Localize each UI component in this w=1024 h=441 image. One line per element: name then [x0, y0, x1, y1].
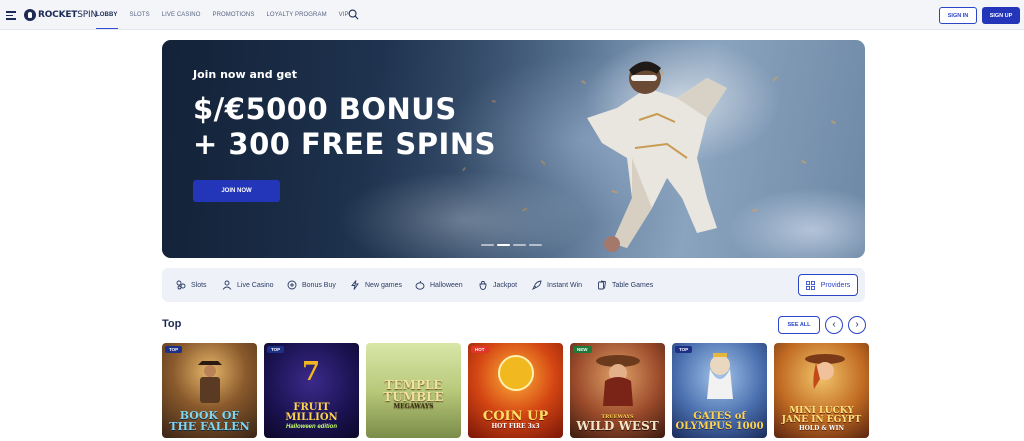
game-title-text: COIN UP	[482, 409, 549, 424]
game-card-book-of-the-fallen[interactable]: TOP BOOK OF THE FALLEN	[162, 343, 257, 438]
category-label: Live Casino	[237, 281, 274, 289]
category-table-games[interactable]: Table Games	[597, 279, 653, 291]
game-card-wild-west[interactable]: NEW TRUEWAYS WILD WEST	[570, 343, 665, 438]
game-badge: TOP	[165, 346, 183, 353]
category-live-casino[interactable]: Live Casino	[222, 279, 274, 291]
game-title-text: TEMPLE TUMBLE	[383, 378, 444, 404]
game-title: BOOK OF THE FALLEN	[169, 409, 250, 433]
game-badge: HOT	[471, 346, 489, 353]
nav-loyalty-program[interactable]: LOYALTY PROGRAM	[266, 0, 326, 30]
game-card-lucky-jane[interactable]: MINI LUCKY JANE IN EGYPT HOLD & WIN	[774, 343, 869, 438]
pumpkin-icon	[415, 280, 425, 290]
providers-label: Providers	[820, 281, 851, 289]
logo[interactable]: ROCKETSPIN	[24, 8, 97, 22]
see-all-button[interactable]: SEE ALL	[778, 316, 820, 334]
game-title-text: MINI LUCKY JANE IN EGYPT	[781, 406, 862, 425]
hero-pre-title: Join now and get	[193, 68, 298, 81]
game-title: TRUEWAYS WILD WEST	[570, 414, 665, 433]
category-label: Halloween	[430, 281, 463, 289]
bonus-buy-icon	[287, 280, 297, 290]
nav-live-casino[interactable]: LIVE CASINO	[162, 0, 201, 30]
game-title: COIN UP HOT FIRE 3x3	[468, 410, 563, 430]
game-art	[707, 353, 733, 399]
game-title: MINI LUCKY JANE IN EGYPT HOLD & WIN	[774, 407, 869, 432]
game-subtitle: HOLD & WIN	[799, 425, 844, 432]
category-instant-win[interactable]: Instant Win	[532, 279, 582, 291]
game-badge: NEW	[573, 346, 592, 353]
category-bonus-buy[interactable]: Bonus Buy	[287, 279, 336, 291]
main-nav: LOBBY SLOTS LIVE CASINO PROMOTIONS LOYAL…	[96, 0, 361, 30]
carousel-dot[interactable]	[481, 244, 494, 246]
category-label: New games	[365, 281, 402, 289]
game-card-coin-up[interactable]: HOT COIN UP HOT FIRE 3x3	[468, 343, 563, 438]
dealer-icon	[222, 280, 232, 290]
hero-title-line-2: + 300 FREE SPINS	[193, 127, 496, 161]
logo-text-bold: ROCKET	[38, 10, 78, 20]
category-jackpot[interactable]: Jackpot	[478, 279, 517, 291]
game-title: TEMPLE TUMBLE MEGAWAYS	[366, 379, 461, 410]
category-halloween[interactable]: Halloween	[415, 279, 463, 291]
game-card-fruit-million[interactable]: TOP 7 FRUIT MILLION Halloween edition	[264, 343, 359, 438]
game-subtitle: MEGAWAYS	[393, 403, 434, 410]
category-label: Jackpot	[493, 281, 518, 289]
carousel-dot-active[interactable]	[497, 244, 510, 246]
section-title-top: Top	[162, 318, 182, 330]
nav-lobby[interactable]: LOBBY	[96, 0, 118, 30]
category-label: Table Games	[612, 281, 654, 289]
seven-symbol: 7	[302, 357, 321, 387]
join-now-button[interactable]: JOIN NOW	[193, 180, 280, 202]
game-subtitle: Halloween edition	[285, 424, 337, 430]
game-card-temple-tumble[interactable]: TEMPLE TUMBLE MEGAWAYS	[366, 343, 461, 438]
cards-icon	[598, 280, 607, 290]
providers-button[interactable]: Providers	[798, 274, 858, 296]
search-icon[interactable]	[348, 9, 359, 20]
game-subtitle: HOT FIRE 3x3	[491, 423, 540, 430]
game-card-gates-of-olympus[interactable]: TOP GATES of OLYMPUS 1000	[672, 343, 767, 438]
logo-text-rest: SPIN	[77, 10, 97, 20]
lightning-icon	[351, 280, 359, 290]
game-art	[596, 355, 640, 406]
category-label: Slots	[191, 281, 207, 289]
carousel-indicators	[481, 244, 545, 246]
hero-banner[interactable]: Join now and get $/€5000 BONUS + 300 FRE…	[162, 40, 865, 258]
game-title: GATES of OLYMPUS 1000	[675, 411, 764, 432]
carousel-prev-button[interactable]: ‹	[825, 316, 843, 334]
hero-astronaut-figure	[587, 61, 727, 252]
grid-icon	[805, 280, 815, 290]
rocket-logo-icon	[24, 9, 36, 21]
jackpot-icon	[479, 281, 487, 290]
category-label: Bonus Buy	[302, 281, 336, 289]
game-title-text: WILD WEST	[576, 419, 659, 433]
nav-slots[interactable]: SLOTS	[130, 0, 150, 30]
slot-icon	[176, 280, 186, 290]
coin-symbol	[498, 355, 534, 391]
game-title-text: FRUIT MILLION	[285, 402, 338, 423]
category-slots[interactable]: Slots	[176, 279, 207, 291]
category-new-games[interactable]: New games	[350, 279, 402, 291]
carousel-dot[interactable]	[529, 244, 542, 246]
rocket-icon	[532, 280, 542, 290]
carousel-dot[interactable]	[513, 244, 526, 246]
game-title: FRUIT MILLION Halloween edition	[264, 402, 359, 431]
game-art	[805, 354, 845, 389]
menu-icon[interactable]	[6, 11, 16, 20]
category-label: Instant Win	[547, 281, 583, 289]
hero-title-line-1: $/€5000 BONUS	[193, 92, 457, 126]
game-badge: TOP	[675, 346, 693, 353]
category-bar: Slots Live Casino Bonus Buy New games Ha…	[162, 268, 865, 302]
game-art	[198, 361, 222, 403]
sign-in-button[interactable]: SIGN IN	[939, 7, 977, 24]
nav-promotions[interactable]: PROMOTIONS	[212, 0, 254, 30]
game-badge: TOP	[267, 346, 285, 353]
sign-up-button[interactable]: SIGN UP	[982, 7, 1020, 24]
top-header: ROCKETSPIN LOBBY SLOTS LIVE CASINO PROMO…	[0, 0, 1024, 30]
carousel-next-button[interactable]: ›	[848, 316, 866, 334]
